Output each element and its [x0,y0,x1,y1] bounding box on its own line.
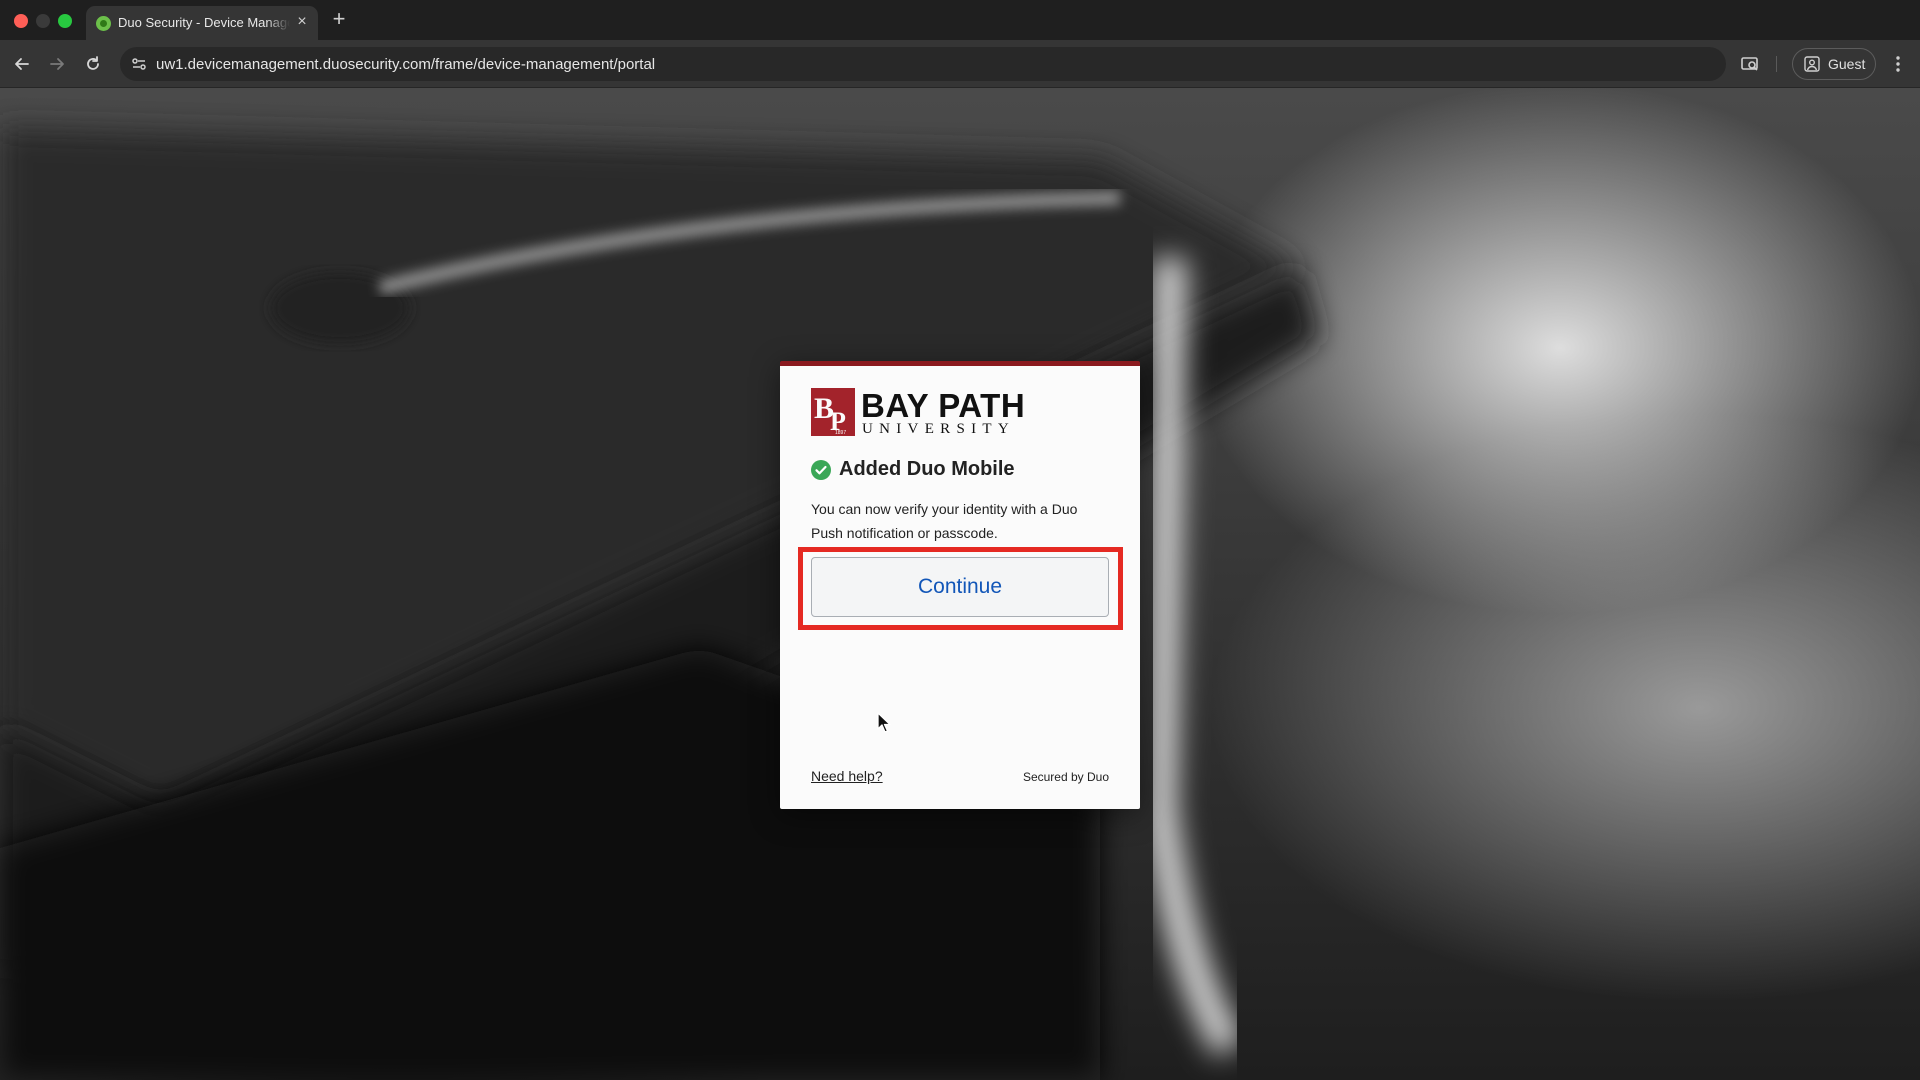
logo-name: BAY PATH [861,387,1026,424]
continue-button[interactable]: Continue [811,557,1109,617]
back-arrow-icon[interactable] [10,52,34,76]
need-help-link[interactable]: Need help? [811,768,883,784]
duo-prompt-card: B P 1897 BAY PATH UNIVERSITY Added Duo M… [780,361,1140,809]
url-text[interactable]: uw1.devicemanagement.duosecurity.com/fra… [156,56,655,73]
toolbar-divider [1776,56,1777,72]
new-tab-button[interactable]: + [328,8,350,30]
page-viewport: B P 1897 BAY PATH UNIVERSITY Added Duo M… [0,88,1920,1080]
duo-favicon-icon [96,16,111,31]
browser-toolbar: uw1.devicemanagement.duosecurity.com/fra… [0,40,1920,88]
check-circle-icon [811,460,831,480]
mouse-pointer-icon [877,712,891,733]
logo-subtitle: UNIVERSITY [862,421,1015,437]
window-close-button[interactable] [14,14,28,28]
secured-by-duo-label: Secured by Duo [1022,770,1109,784]
kebab-menu-icon[interactable] [1890,54,1906,74]
profile-label: Guest [1828,56,1866,72]
browser-tab[interactable]: Duo Security - Device Management Portal … [86,6,318,40]
close-tab-icon[interactable]: × [294,14,310,30]
site-info-icon[interactable] [130,55,148,73]
status-heading: Added Duo Mobile [839,458,1015,480]
window-maximize-button[interactable] [58,14,72,28]
forward-arrow-icon[interactable] [45,52,69,76]
address-bar[interactable]: uw1.devicemanagement.duosecurity.com/fra… [120,47,1726,81]
cast-search-icon[interactable] [1740,54,1760,74]
reload-icon[interactable] [81,52,105,76]
svg-text:1897: 1897 [835,430,846,436]
tab-title: Duo Security - Device Management Portal [118,15,290,30]
bay-path-university-logo: B P 1897 BAY PATH UNIVERSITY [811,387,1057,438]
person-icon [1804,56,1820,72]
window-minimize-button[interactable] [36,14,50,28]
bay-path-seal-icon: B P 1897 [811,388,855,436]
browser-tab-bar: Duo Security - Device Management Portal … [0,0,1920,40]
status-message: You can now verify your identity with a … [811,501,1078,541]
profile-button[interactable]: Guest [1792,48,1876,80]
